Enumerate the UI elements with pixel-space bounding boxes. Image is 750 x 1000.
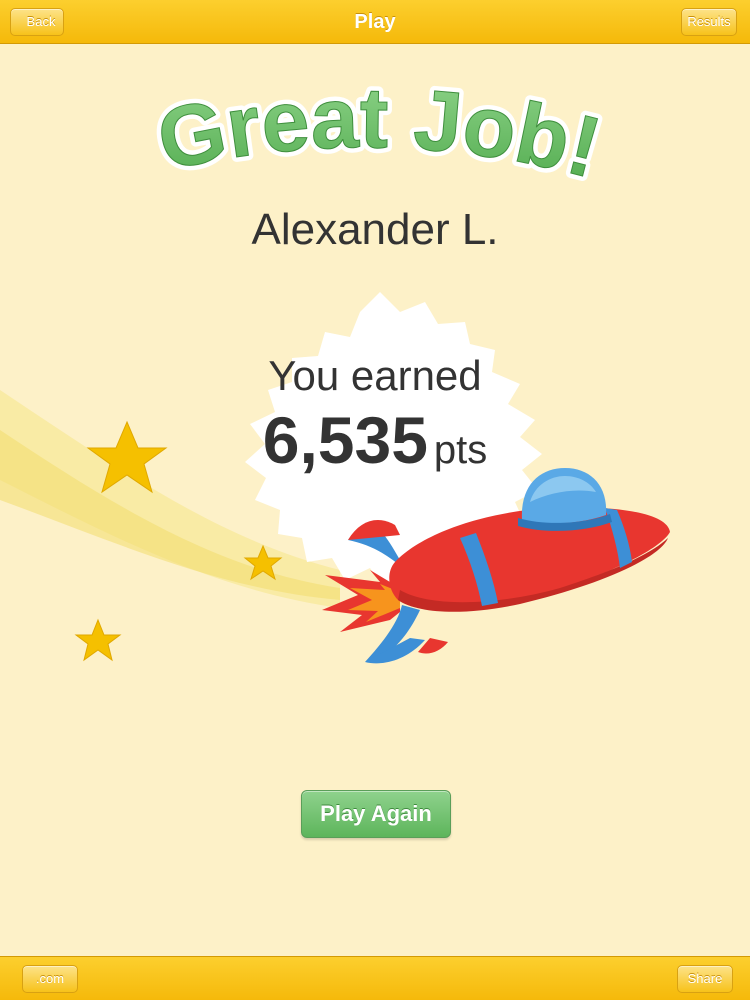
score-unit: pts: [433, 428, 488, 472]
svg-text:Great Job!: Great Job!: [150, 70, 610, 196]
reward-illustration: [0, 292, 670, 664]
score-value: 6,535: [262, 403, 428, 477]
star-icon: [74, 618, 122, 662]
play-again-button[interactable]: Play Again: [301, 790, 451, 838]
bottom-toolbar: .com Share: [0, 956, 750, 1000]
player-name: Alexander L.: [251, 205, 499, 254]
headline-text: Great Job!: [150, 70, 611, 197]
top-navigation-bar: Back Play Results: [0, 0, 750, 44]
page-title: Play: [354, 11, 396, 33]
share-button[interactable]: Share: [677, 965, 733, 993]
results-button[interactable]: Results: [681, 8, 737, 36]
score-display: 6,535 pts: [175, 402, 575, 478]
earned-label: You earned: [268, 352, 482, 399]
website-button[interactable]: .com: [22, 965, 78, 993]
game-result-screen: Back Play Results Great Job! Great Job! …: [0, 0, 750, 1000]
